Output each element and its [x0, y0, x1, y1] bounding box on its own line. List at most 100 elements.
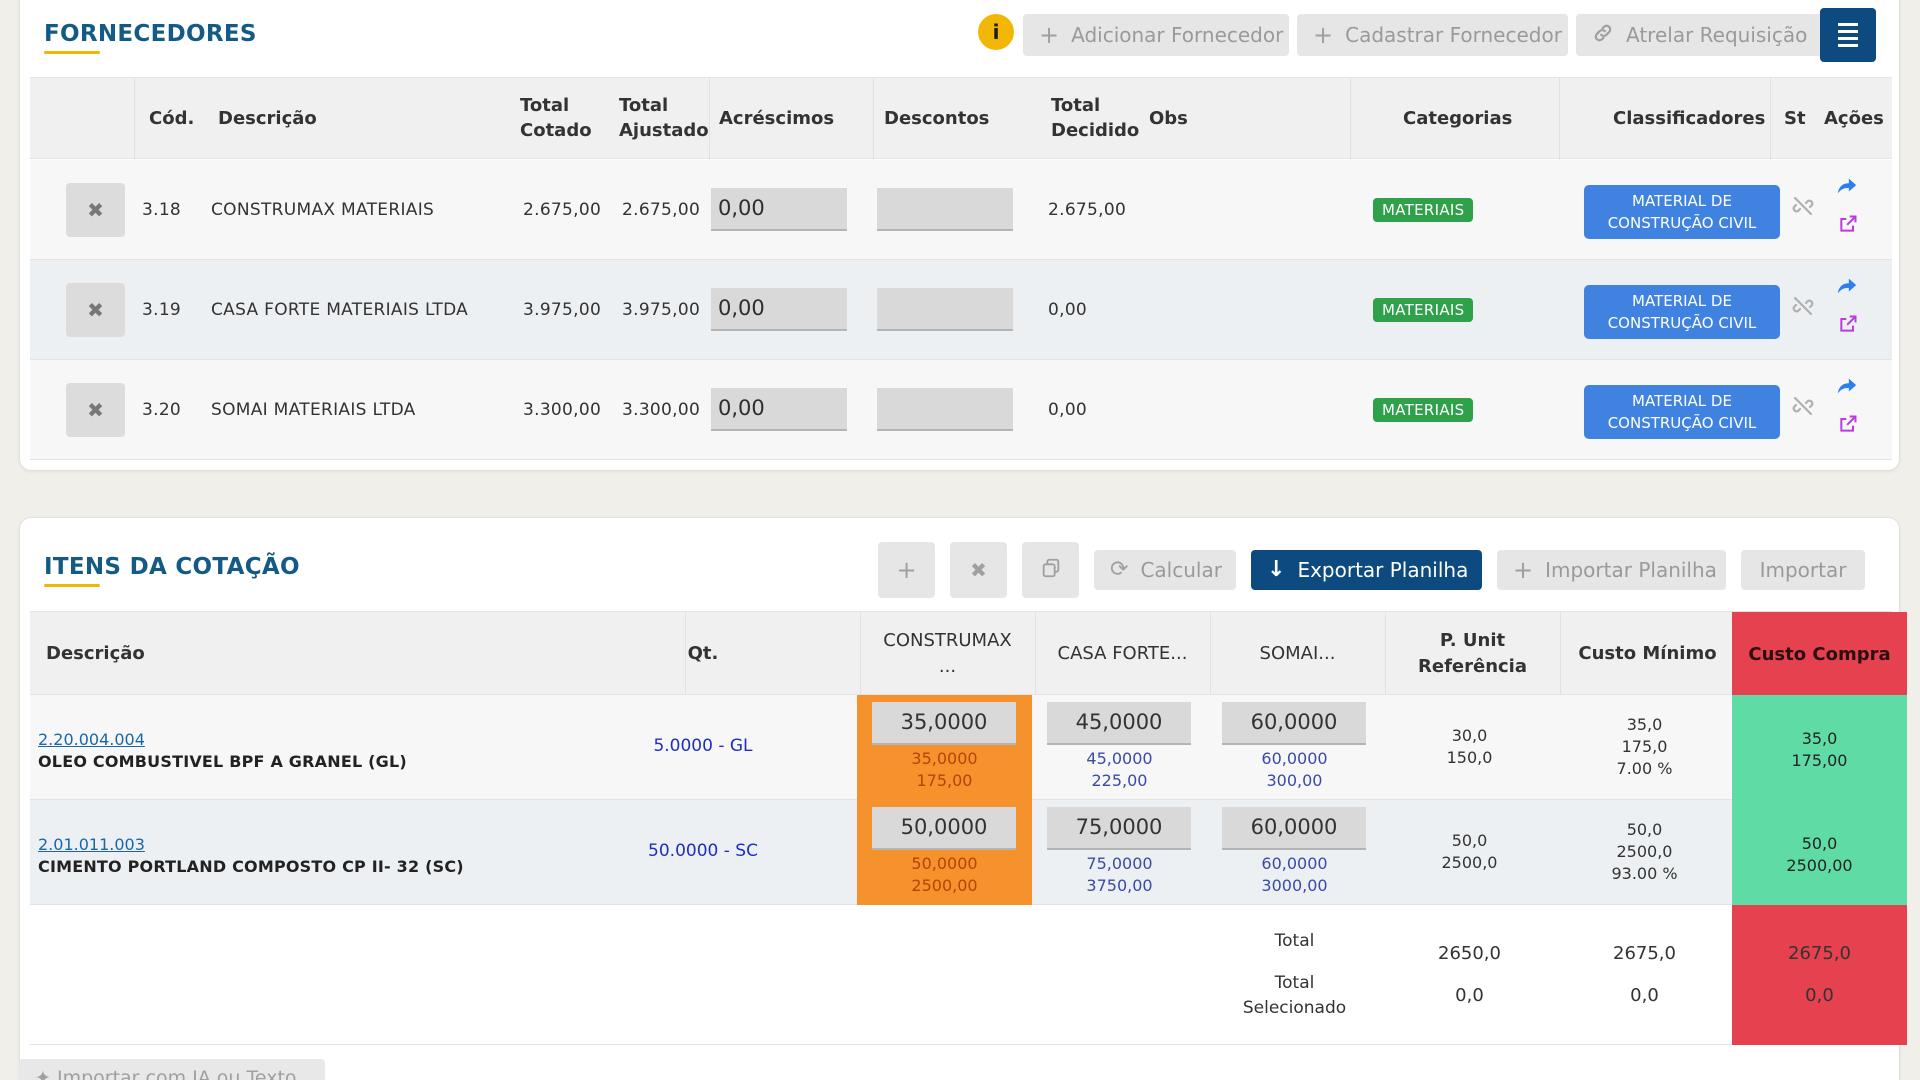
- title-underline: [44, 51, 100, 54]
- price-input[interactable]: 60,0000: [1222, 807, 1366, 850]
- unit-price: 60,0000: [1261, 749, 1328, 768]
- remove-fornecedor-button[interactable]: ✖: [66, 283, 125, 337]
- fornecedores-card: FORNECEDORES i + Adicionar Fornecedor + …: [19, 0, 1900, 471]
- col-qt: Qt.: [687, 643, 719, 664]
- share-icon[interactable]: [1836, 276, 1858, 302]
- divider: [709, 78, 710, 160]
- fornecedor-total-cotado: 2.675,00: [523, 200, 602, 220]
- calcular-button[interactable]: ⟳ Calcular: [1094, 550, 1236, 590]
- unit-price: 60,0000: [1261, 854, 1328, 873]
- custo-compra-line1: 35,0: [1801, 729, 1838, 748]
- copy-item-button[interactable]: [1022, 542, 1079, 598]
- fornecedor-total-cotado: 3.300,00: [523, 400, 602, 420]
- item-quantity: 5.0000 - GL: [653, 736, 753, 756]
- col-custo-minimo: Custo Mínimo: [1578, 643, 1717, 664]
- importar-ia-button[interactable]: ✦ Importar com IA ou Texto: [19, 1059, 325, 1080]
- external-link-icon[interactable]: [1838, 314, 1858, 339]
- descontos-input[interactable]: [877, 288, 1013, 331]
- custo-minimo-line1: 50,0: [1626, 820, 1663, 839]
- supplier-price-cell-best: 50,0000 50,0000 2500,00: [857, 800, 1032, 905]
- col-total-decidido-line1: Total: [1051, 95, 1101, 116]
- adicionar-fornecedor-label: Adicionar Fornecedor: [1071, 23, 1284, 47]
- info-icon[interactable]: i: [978, 14, 1014, 50]
- custo-minimo-line3: 7.00 %: [1616, 759, 1673, 778]
- divider: [1559, 78, 1560, 160]
- classificador-badge: MATERIAL DE CONSTRUÇÃO CIVIL: [1584, 185, 1780, 239]
- atrelar-requisicao-button[interactable]: Atrelar Requisição: [1576, 14, 1831, 56]
- cadastrar-fornecedor-button[interactable]: + Cadastrar Fornecedor: [1297, 14, 1568, 56]
- share-icon[interactable]: [1836, 176, 1858, 202]
- acrescimos-input[interactable]: 0,00: [711, 188, 847, 231]
- descontos-input[interactable]: [877, 188, 1013, 231]
- link-icon: [1592, 22, 1614, 48]
- divider: [134, 78, 135, 160]
- classificador-badge: MATERIAL DE CONSTRUÇÃO CIVIL: [1584, 285, 1780, 339]
- unlink-icon[interactable]: [1791, 194, 1815, 224]
- fornecedores-title: FORNECEDORES: [44, 21, 257, 47]
- classificador-line2: CONSTRUÇÃO CIVIL: [1607, 314, 1757, 332]
- item-row: 2.20.004.004 OLEO COMBUSTIVEL BPF A GRAN…: [30, 695, 1907, 800]
- item-code-link[interactable]: 2.20.004.004: [38, 730, 145, 749]
- custo-compra-cell: 35,0 175,00: [1732, 695, 1907, 800]
- unlink-icon[interactable]: [1791, 394, 1815, 424]
- col-supplier-somai: SOMAI...: [1259, 643, 1336, 664]
- exportar-planilha-button[interactable]: ↓ Exportar Planilha: [1251, 550, 1482, 590]
- remove-fornecedor-button[interactable]: ✖: [66, 383, 125, 437]
- unit-price: 75,0000: [1086, 854, 1153, 873]
- total-price: 2500,00: [911, 876, 978, 895]
- col-punit-line1: P. Unit: [1439, 630, 1506, 651]
- calcular-label: Calcular: [1140, 558, 1222, 582]
- share-icon[interactable]: [1836, 376, 1858, 402]
- col-descricao: Descrição: [218, 108, 317, 129]
- col-punit-referencia: P. Unit Referência: [1385, 628, 1560, 680]
- total-price: 300,00: [1266, 771, 1323, 790]
- price-input[interactable]: 50,0000: [872, 807, 1016, 850]
- acrescimos-input[interactable]: 0,00: [711, 288, 847, 331]
- divider: [1350, 78, 1351, 160]
- importar-planilha-label: Importar Planilha: [1545, 558, 1717, 582]
- custo-compra-cell: 50,0 2500,00: [1732, 800, 1907, 905]
- total-price: 225,00: [1091, 771, 1148, 790]
- remove-item-button[interactable]: ✖: [950, 542, 1007, 598]
- add-item-button[interactable]: +: [878, 542, 935, 598]
- price-input[interactable]: 75,0000: [1047, 807, 1191, 850]
- total-selecionado-line2: Selecionado: [1242, 998, 1347, 1018]
- menu-button[interactable]: [1820, 8, 1876, 62]
- importar-planilha-button[interactable]: + Importar Planilha: [1497, 550, 1726, 590]
- col-total-cotado-line2: Cotado: [520, 120, 592, 141]
- classificador-line1: MATERIAL DE: [1632, 292, 1732, 310]
- download-icon: ↓: [1267, 557, 1286, 582]
- external-link-icon[interactable]: [1838, 214, 1858, 239]
- price-input[interactable]: 60,0000: [1222, 702, 1366, 745]
- col-punit-line2: Referência: [1418, 656, 1527, 677]
- fornecedores-table-header: Cód. Descrição Total Cotado Total Ajustado…: [30, 77, 1892, 160]
- punit-line1: 30,0: [1451, 726, 1488, 745]
- importar-button[interactable]: Importar: [1741, 550, 1865, 590]
- supplier-price-cell: 45,0000 45,0000 225,00: [1032, 695, 1207, 800]
- remove-fornecedor-button[interactable]: ✖: [66, 183, 125, 237]
- exportar-planilha-label: Exportar Planilha: [1297, 558, 1469, 582]
- fornecedor-total-ajustado: 3.975,00: [622, 300, 701, 320]
- categoria-badge: MATERIAIS: [1373, 198, 1474, 222]
- fornecedor-cod: 3.20: [142, 400, 182, 420]
- acrescimos-input[interactable]: 0,00: [711, 388, 847, 431]
- fornecedor-total-ajustado: 2.675,00: [622, 200, 701, 220]
- col-total-cotado: Total Cotado: [520, 93, 592, 143]
- classificador-badge: MATERIAL DE CONSTRUÇÃO CIVIL: [1584, 385, 1780, 439]
- price-input[interactable]: 35,0000: [872, 702, 1016, 745]
- adicionar-fornecedor-button[interactable]: + Adicionar Fornecedor: [1023, 14, 1289, 56]
- minimo-selecionado: 0,0: [1630, 985, 1659, 1006]
- col-classificadores: Classificadores: [1613, 108, 1766, 129]
- punit-line1: 50,0: [1451, 831, 1488, 850]
- col-categorias: Categorias: [1403, 108, 1513, 129]
- descontos-input[interactable]: [877, 388, 1013, 431]
- external-link-icon[interactable]: [1838, 414, 1858, 439]
- item-quantity: 50.0000 - SC: [648, 841, 758, 861]
- item-code-link[interactable]: 2.01.011.003: [38, 835, 145, 854]
- price-input[interactable]: 45,0000: [1047, 702, 1191, 745]
- unlink-icon[interactable]: [1791, 294, 1815, 324]
- col-descontos: Descontos: [884, 108, 990, 129]
- fornecedor-total-ajustado: 3.300,00: [622, 400, 701, 420]
- atrelar-requisicao-label: Atrelar Requisição: [1626, 23, 1808, 47]
- classificador-line2: CONSTRUÇÃO CIVIL: [1607, 414, 1757, 432]
